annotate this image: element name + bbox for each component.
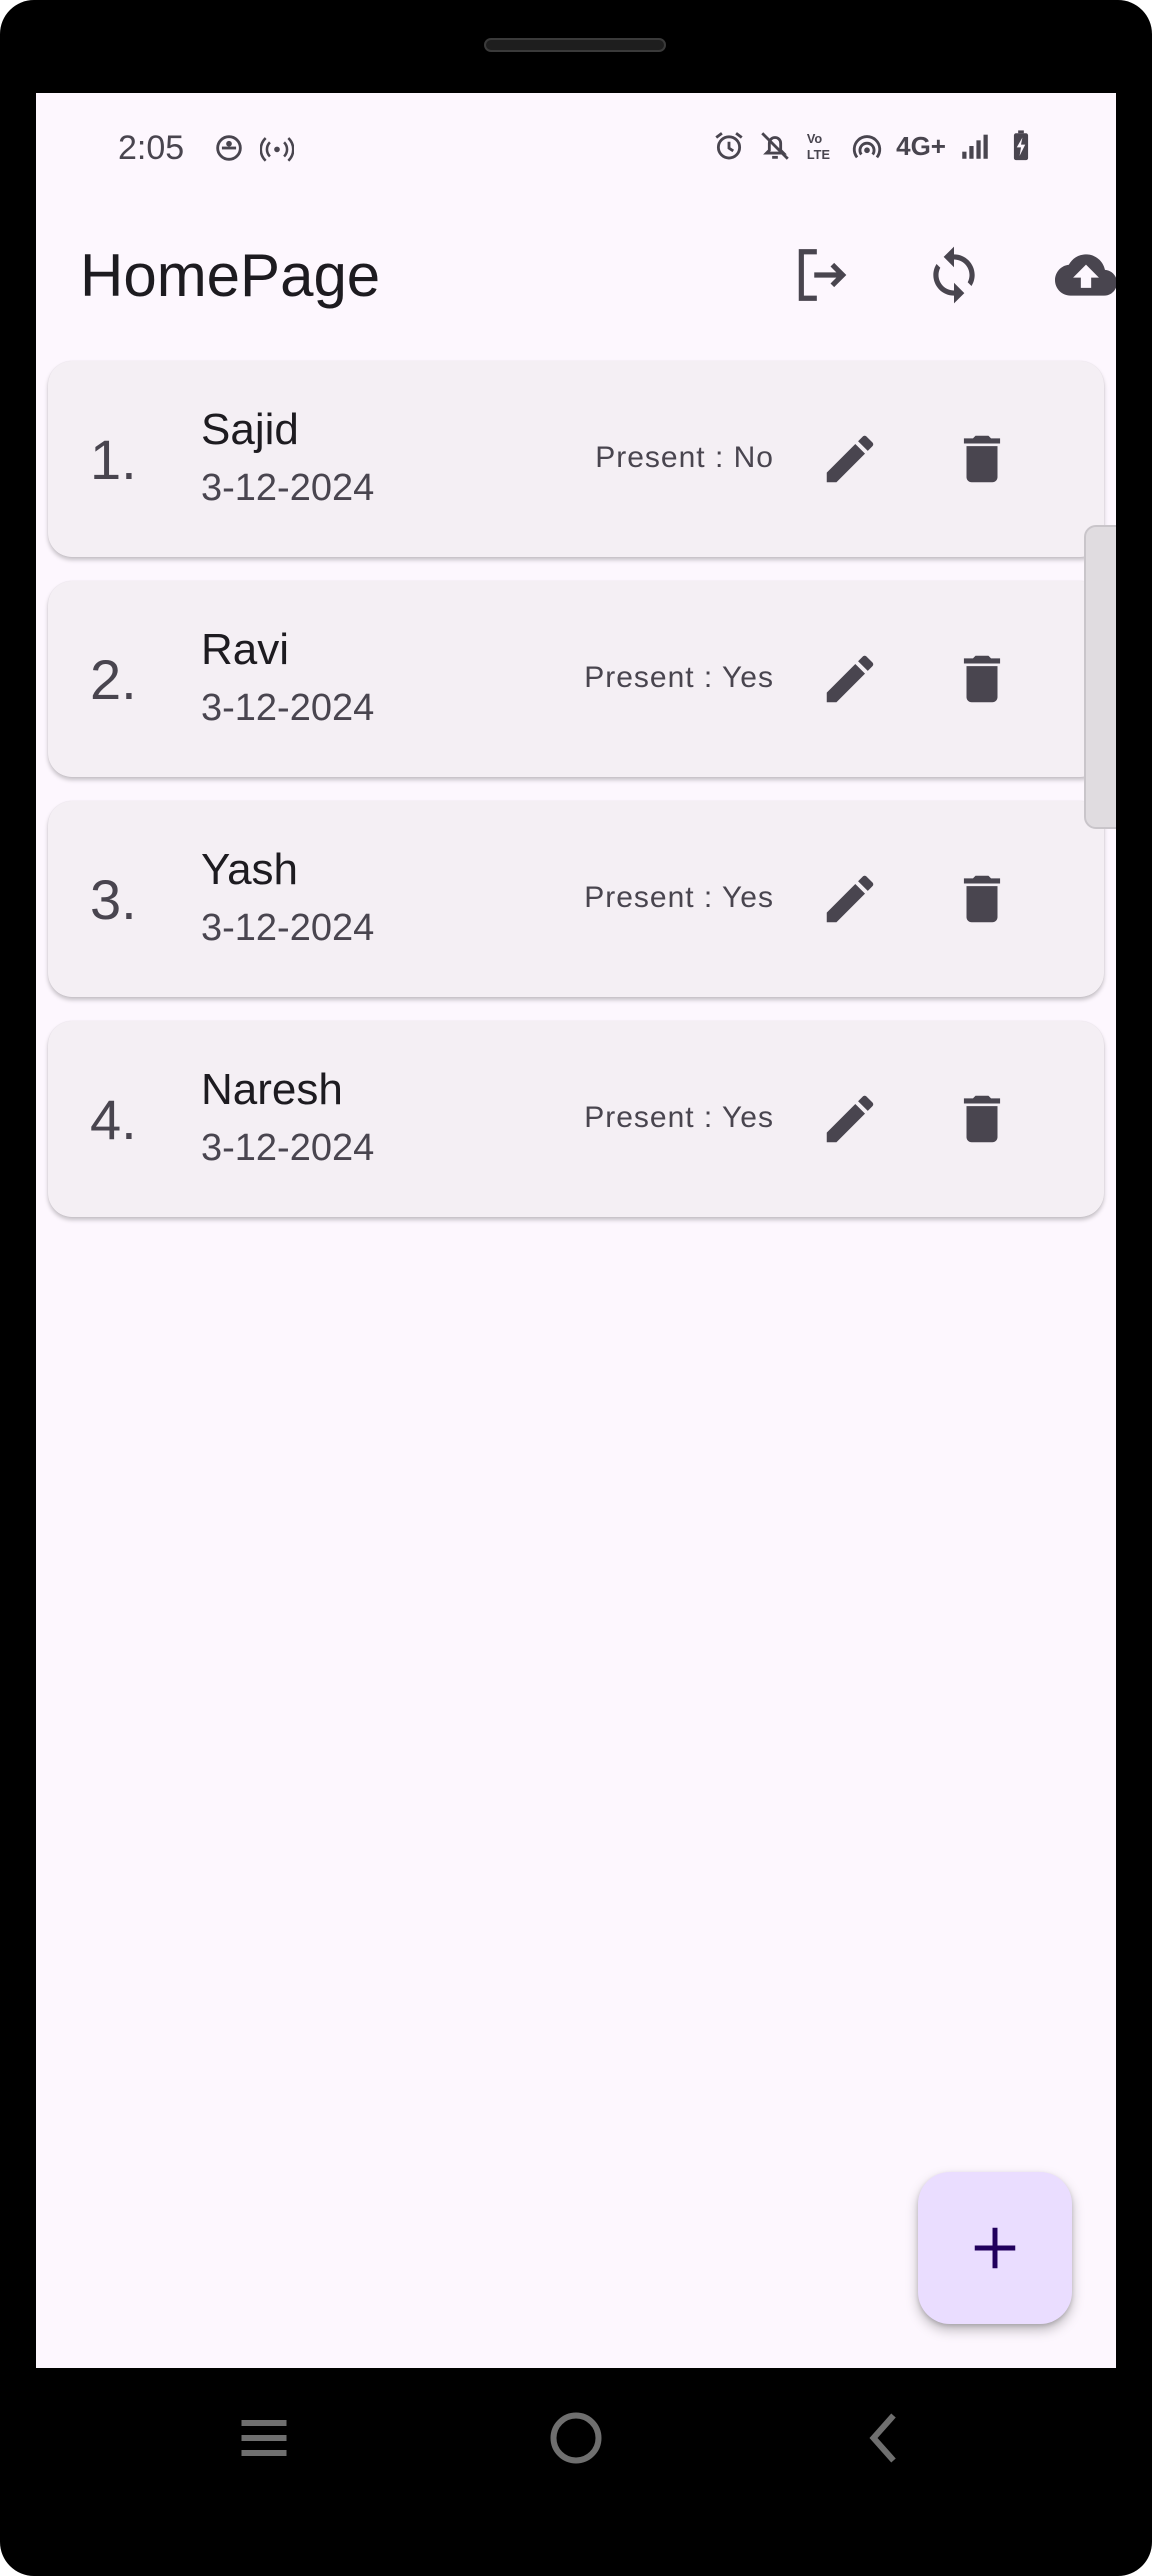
recent-apps-icon [241,2420,287,2456]
volte-icon: Vo LTE [804,129,838,163]
status-left-icons [212,131,294,165]
delete-icon [963,1095,1001,1143]
add-icon [974,2227,1016,2269]
app-bar: HomePage [36,201,1116,341]
edit-button[interactable] [810,1079,890,1159]
add-button[interactable] [918,2172,1072,2324]
battery-charging-icon [1004,129,1038,163]
page-title: HomePage [80,242,381,309]
item-name: Ravi [201,625,290,674]
delete-icon [963,435,1001,483]
alarm-icon [712,129,746,163]
item-date: 3-12-2024 [201,907,375,949]
item-date: 3-12-2024 [201,467,375,509]
edit-button[interactable] [810,639,890,719]
delete-icon [963,655,1001,703]
wifi-hotspot-icon [850,129,884,163]
status-right-icons: Vo LTE 4G+ [712,129,1038,163]
list-item: 3. Yash 3-12-2024 Present : Yes [48,801,1104,997]
item-name: Sajid [201,405,299,454]
edit-button[interactable] [810,859,890,939]
sync-icon [933,246,975,304]
item-index: 4. [90,1088,137,1151]
status-bar: 2:05 Vo LTE 4G+ [36,93,1116,201]
device-frame: 2:05 Vo LTE 4G+ HomePage 1. Sajid 3-12-2… [0,0,1152,2576]
back-button[interactable] [846,2398,926,2478]
logout-icon [798,249,847,301]
svg-text:LTE: LTE [807,147,830,162]
item-name: Yash [201,845,299,894]
svg-text:Vo: Vo [807,131,823,146]
delete-button[interactable] [942,639,1022,719]
item-index: 2. [90,648,137,711]
list-item: 2. Ravi 3-12-2024 Present : Yes [48,581,1104,777]
item-name: Naresh [201,1065,343,1114]
edit-icon [826,1095,874,1143]
delete-button[interactable] [942,1079,1022,1159]
notifications-off-icon [758,129,792,163]
list-item: 1. Sajid 3-12-2024 Present : No [48,361,1104,557]
system-nav-bar [0,2368,1152,2508]
present-status: Present : Yes [584,1101,774,1134]
recent-apps-button[interactable] [224,2398,304,2478]
status-time: 2:05 [118,129,185,167]
item-index: 3. [90,868,137,931]
app-screen: 2:05 Vo LTE 4G+ HomePage 1. Sajid 3-12-2… [36,93,1116,2368]
notification-app-icon [212,131,246,165]
item-index: 1. [90,428,137,491]
delete-icon [963,875,1001,923]
edit-button[interactable] [810,419,890,499]
earpiece-speaker [484,38,666,52]
sync-button[interactable] [916,237,992,313]
signal-strength-icon [958,129,992,163]
back-icon [869,2413,896,2463]
edit-icon [826,875,874,923]
network-type-label: 4G+ [896,130,946,161]
edit-icon [826,655,874,703]
item-date: 3-12-2024 [201,687,375,729]
present-status: Present : Yes [584,661,774,694]
hotspot-signal-icon [260,131,294,165]
home-button[interactable] [536,2398,616,2478]
logout-button[interactable] [784,237,860,313]
present-status: Present : No [595,441,774,474]
item-date: 3-12-2024 [201,1127,375,1169]
delete-button[interactable] [942,419,1022,499]
home-icon [550,2412,602,2464]
present-status: Present : Yes [584,881,774,914]
cloud-upload-icon [1055,254,1116,296]
edit-icon [826,435,874,483]
scrollbar-thumb[interactable] [1084,525,1116,829]
delete-button[interactable] [942,859,1022,939]
list-item: 4. Naresh 3-12-2024 Present : Yes [48,1021,1104,1217]
cloud-upload-button[interactable] [1048,237,1116,313]
